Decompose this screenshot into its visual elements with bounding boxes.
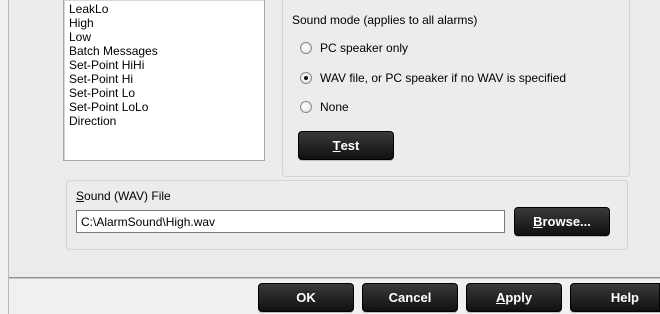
apply-button[interactable]: Apply <box>466 283 562 312</box>
browse-button[interactable]: Browse... <box>514 207 610 236</box>
test-button[interactable]: Test <box>298 131 394 160</box>
cancel-button[interactable]: Cancel <box>362 283 458 312</box>
radio-label: WAV file, or PC speaker if no WAV is spe… <box>320 71 567 85</box>
radio-circle-icon[interactable] <box>300 101 312 113</box>
list-item[interactable]: Set-Point Lo <box>69 87 135 99</box>
list-item[interactable]: LeakLo <box>69 3 108 15</box>
sound-mode-label: Sound mode (applies to all alarms) <box>292 13 478 27</box>
list-item[interactable]: Set-Point HiHi <box>69 59 144 71</box>
browse-label: rowse... <box>542 214 591 229</box>
radio-wav-file[interactable]: WAV file, or PC speaker if no WAV is spe… <box>300 71 566 85</box>
radio-none[interactable]: None <box>300 100 349 114</box>
radio-circle-icon[interactable] <box>300 42 312 54</box>
sound-file-mnemonic: S <box>76 189 85 203</box>
alarm-type-list[interactable]: LeakLo High Low Batch Messages Set-Point… <box>63 0 265 161</box>
list-item[interactable]: Set-Point LoLo <box>69 101 148 113</box>
radio-selected-icon[interactable] <box>300 72 312 84</box>
wav-file-path-input[interactable] <box>76 210 505 233</box>
sound-file-label: Sound (WAV) File <box>76 189 171 203</box>
list-item[interactable]: Set-Point Hi <box>69 73 133 85</box>
apply-label: pply <box>505 290 533 305</box>
radio-label: None <box>320 100 349 114</box>
radio-pc-speaker[interactable]: PC speaker only <box>300 41 408 55</box>
ok-button[interactable]: OK <box>258 283 354 312</box>
panel-divider <box>9 277 660 278</box>
sound-file-label-text: ound (WAV) File <box>84 189 171 203</box>
browse-mnemonic: B <box>533 214 543 229</box>
list-item[interactable]: Low <box>69 31 91 43</box>
test-label: est <box>340 138 360 153</box>
list-item[interactable]: High <box>69 17 94 29</box>
list-item[interactable]: Direction <box>69 115 116 127</box>
list-item[interactable]: Batch Messages <box>69 45 158 57</box>
apply-mnemonic: A <box>495 290 506 305</box>
test-mnemonic: T <box>332 138 341 153</box>
radio-label: PC speaker only <box>320 41 409 55</box>
help-button[interactable]: Help <box>570 283 660 312</box>
